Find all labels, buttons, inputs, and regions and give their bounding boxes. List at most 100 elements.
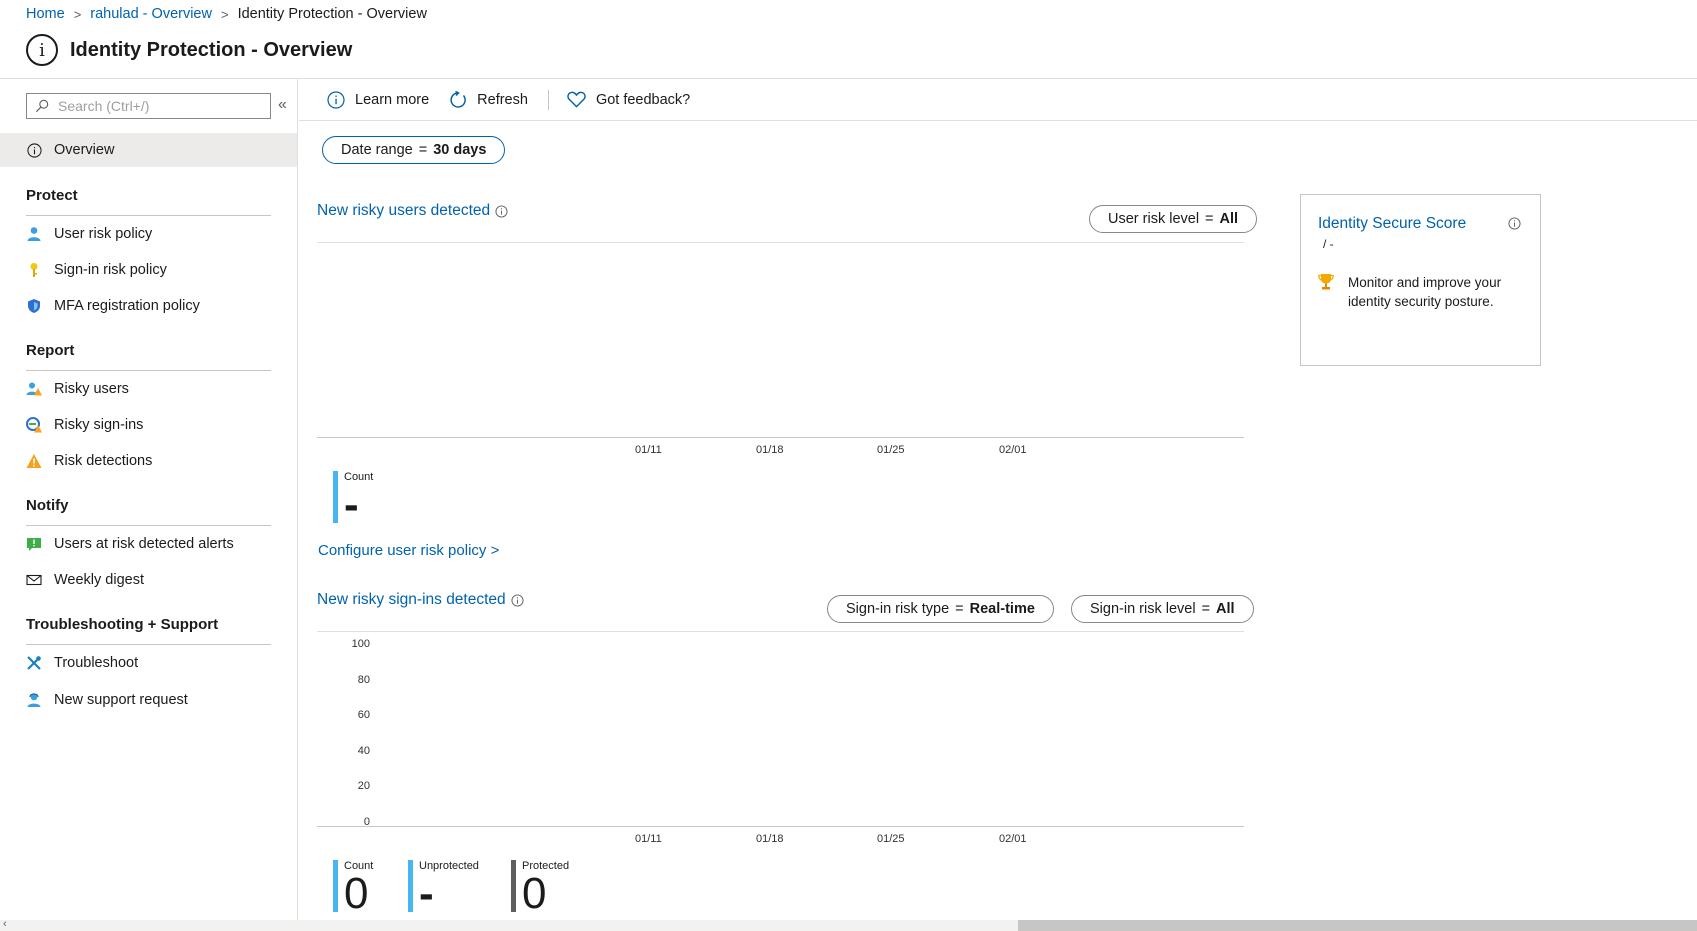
metric-value: -	[419, 869, 434, 918]
wrench-icon	[26, 655, 42, 671]
user-icon	[26, 226, 42, 242]
sidebar-item-label: MFA registration policy	[54, 298, 200, 314]
breadcrumb-current: Identity Protection - Overview	[237, 6, 427, 22]
metric-value: 0	[522, 869, 547, 918]
score-value: / -	[1323, 237, 1334, 251]
refresh-label: Refresh	[477, 91, 528, 108]
x-tick-label: 01/25	[877, 444, 905, 456]
x-tick-label: 01/11	[635, 833, 662, 845]
support-person-icon	[26, 692, 42, 708]
sidebar-item-signin-risk-policy[interactable]: Sign-in risk policy	[0, 253, 297, 287]
sidebar-item-risky-users[interactable]: Risky users	[0, 372, 297, 406]
page-title: Identity Protection - Overview	[70, 38, 353, 61]
alert-message-icon	[26, 536, 42, 552]
trophy-icon	[1318, 274, 1334, 290]
sidebar-item-risk-detections[interactable]: Risk detections	[0, 444, 297, 478]
sidebar-item-label: Sign-in risk policy	[54, 262, 167, 278]
signins-protected-metric: Protected 0	[511, 860, 569, 916]
score-description: Monitor and improve your identity securi…	[1348, 275, 1502, 309]
panel-divider	[317, 631, 1244, 632]
warning-icon	[26, 453, 42, 469]
x-tick-label: 01/25	[877, 833, 905, 845]
metric-color-bar	[511, 860, 516, 912]
feedback-button[interactable]: Got feedback?	[567, 91, 690, 108]
sidebar-item-label: User risk policy	[54, 226, 153, 242]
filter-equals: =	[1201, 601, 1211, 617]
command-bar: Learn more Refresh Got feedback?	[299, 79, 1697, 121]
y-tick-label: 40	[357, 744, 370, 757]
sidebar-item-label: Risky sign-ins	[54, 417, 144, 433]
search-box[interactable]	[26, 93, 271, 119]
sidebar-item-weekly-digest[interactable]: Weekly digest	[0, 563, 297, 597]
configure-user-risk-policy-link[interactable]: Configure user risk policy >	[318, 542, 499, 559]
metric-color-bar	[333, 860, 338, 912]
date-range-filter[interactable]: Date range = 30 days	[322, 136, 506, 164]
filter-equals: =	[1205, 211, 1214, 227]
sidebar-item-label: Risky users	[54, 381, 129, 397]
mail-icon	[26, 572, 42, 588]
search-input[interactable]	[58, 98, 258, 114]
sidebar-item-label: Users at risk detected alerts	[54, 536, 234, 552]
signin-risk-level-filter[interactable]: Sign-in risk level = All	[1071, 595, 1254, 623]
identity-secure-score-card[interactable]: Identity Secure Score / - Monitor and im…	[1300, 194, 1541, 366]
sidebar-item-user-risk-policy[interactable]: User risk policy	[0, 217, 297, 251]
section-title-protect: Protect	[26, 187, 78, 204]
signin-risk-type-filter[interactable]: Sign-in risk type = Real-time	[827, 595, 1054, 623]
filter-value: 30 days	[433, 142, 487, 158]
y-tick-label: 80	[357, 673, 370, 686]
learn-more-button[interactable]: Learn more	[327, 90, 430, 109]
panel-title-label: New risky sign-ins detected	[317, 591, 506, 608]
breadcrumb-home[interactable]: Home	[26, 6, 65, 22]
sidebar-item-risky-signins[interactable]: Risky sign-ins	[0, 408, 297, 442]
heart-icon	[567, 91, 586, 108]
x-tick-label: 02/01	[999, 444, 1027, 456]
y-tick-label: 60	[357, 709, 370, 722]
filter-value: All	[1219, 211, 1239, 227]
feedback-label: Got feedback?	[595, 91, 691, 108]
shield-icon	[26, 298, 42, 314]
info-icon	[511, 593, 524, 607]
collapse-sidebar-button[interactable]: «	[278, 96, 287, 114]
learn-more-label: Learn more	[355, 91, 430, 108]
x-tick-label: 01/18	[756, 833, 784, 845]
info-icon	[26, 142, 42, 158]
risky-users-count-metric: Count -	[333, 471, 373, 527]
scrollbar-thumb[interactable]	[1018, 920, 1697, 931]
key-icon	[26, 262, 42, 278]
horizontal-scrollbar[interactable]: ‹	[0, 918, 1697, 931]
filter-equals: =	[955, 601, 964, 617]
info-icon	[495, 204, 508, 218]
metric-value: 0	[344, 869, 369, 918]
sidebar-item-label: Weekly digest	[54, 572, 144, 588]
section-title-report: Report	[26, 342, 75, 359]
y-tick-label: 100	[351, 638, 370, 650]
search-icon	[35, 99, 49, 113]
info-icon	[327, 90, 345, 109]
metric-color-bar	[333, 471, 338, 523]
risky-users-title[interactable]: New risky users detected	[317, 202, 508, 220]
sidebar-item-overview[interactable]: Overview	[0, 133, 297, 167]
sidebar-item-users-at-risk-alerts[interactable]: Users at risk detected alerts	[0, 527, 297, 561]
user-risk-level-filter[interactable]: User risk level = All	[1089, 205, 1258, 233]
metric-color-bar	[408, 860, 413, 912]
sidebar-item-new-support-request[interactable]: New support request	[0, 683, 297, 717]
chevron-right-icon: >	[220, 6, 229, 22]
panel-title-label: New risky users detected	[317, 202, 491, 219]
page-header: i Identity Protection - Overview	[26, 34, 352, 66]
sidebar: « Overview Protect User risk policy Sign…	[0, 79, 298, 931]
sidebar-item-troubleshoot[interactable]: Troubleshoot	[0, 646, 297, 680]
scroll-left-icon[interactable]: ‹	[3, 918, 7, 930]
risky-signins-title[interactable]: New risky sign-ins detected	[317, 591, 524, 609]
breadcrumb-tenant-overview[interactable]: rahulad - Overview	[90, 6, 212, 22]
refresh-button[interactable]: Refresh	[449, 90, 528, 109]
filter-value: All	[1216, 601, 1235, 617]
metric-value: -	[344, 480, 359, 529]
section-divider	[26, 215, 271, 216]
signins-unprotected-metric: Unprotected -	[408, 860, 479, 916]
risky-users-icon	[26, 381, 42, 397]
signins-count-metric: Count 0	[333, 860, 373, 916]
sidebar-item-mfa-registration-policy[interactable]: MFA registration policy	[0, 289, 297, 323]
refresh-icon	[450, 90, 467, 108]
y-tick-label: 20	[357, 780, 370, 793]
section-divider	[26, 370, 271, 371]
